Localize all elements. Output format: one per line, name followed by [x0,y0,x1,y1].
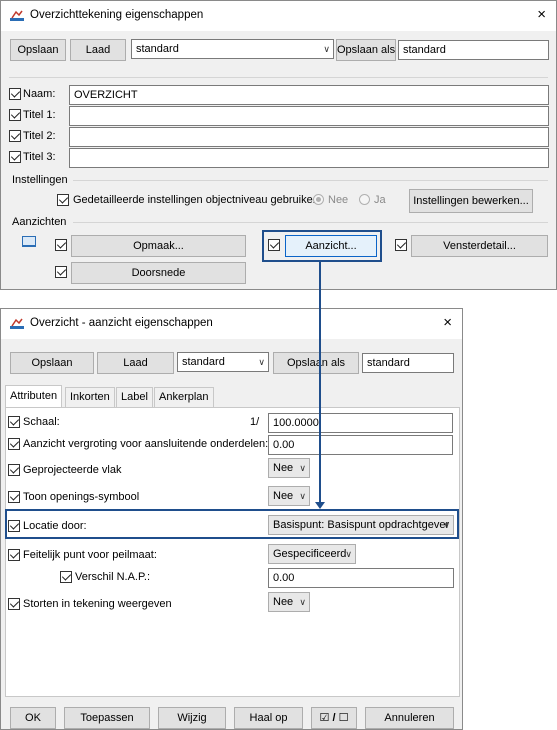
connector-arrow [315,260,325,509]
